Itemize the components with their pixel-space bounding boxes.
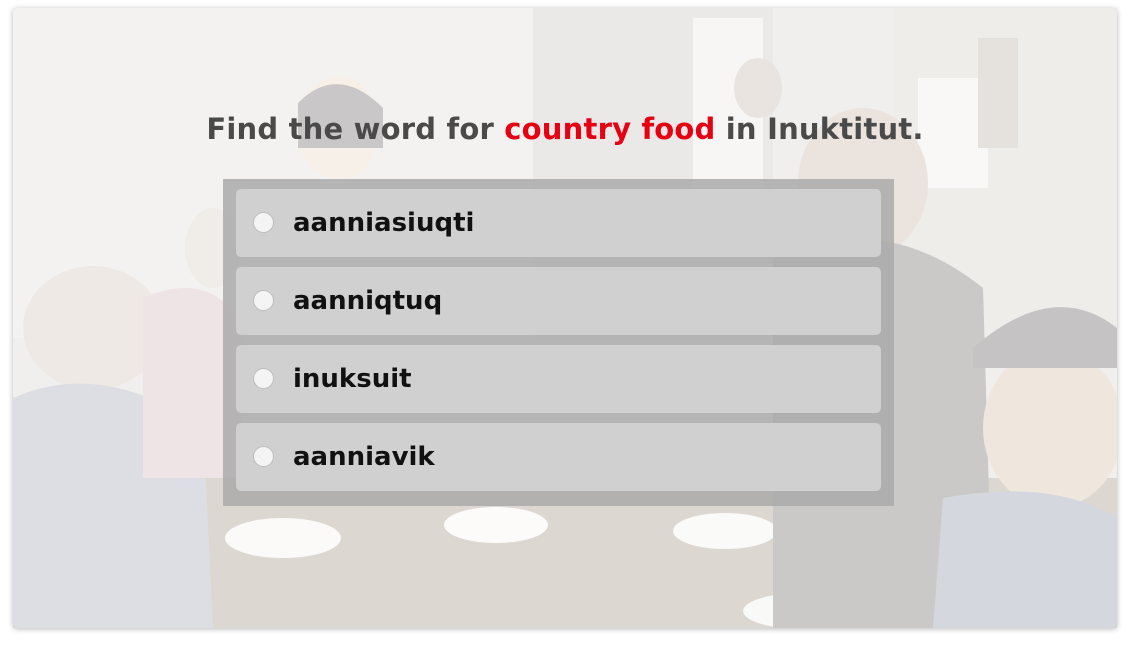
question-prefix: Find the word for [206,112,505,146]
answer-option-2[interactable]: aanniqtuq [236,267,881,335]
answer-option-4[interactable]: aanniavik [236,423,881,491]
answer-option-label: inuksuit [293,364,412,394]
radio-button[interactable] [253,446,274,467]
answer-option-3[interactable]: inuksuit [236,345,881,413]
question-highlight: country food [504,112,716,146]
radio-button[interactable] [253,290,274,311]
answer-option-1[interactable]: aanniasiuqti [236,189,881,257]
answer-option-label: aanniqtuq [293,286,443,316]
question-text: Find the word for country food in Inukti… [13,112,1117,146]
answer-option-label: aanniavik [293,442,435,472]
radio-button[interactable] [253,368,274,389]
question-suffix: in Inuktitut. [715,112,924,146]
answer-options: aanniasiuqti aanniqtuq inuksuit aanniavi… [223,179,894,506]
answer-option-label: aanniasiuqti [293,208,475,238]
radio-button[interactable] [253,212,274,233]
quiz-card: Find the word for country food in Inukti… [13,8,1117,628]
